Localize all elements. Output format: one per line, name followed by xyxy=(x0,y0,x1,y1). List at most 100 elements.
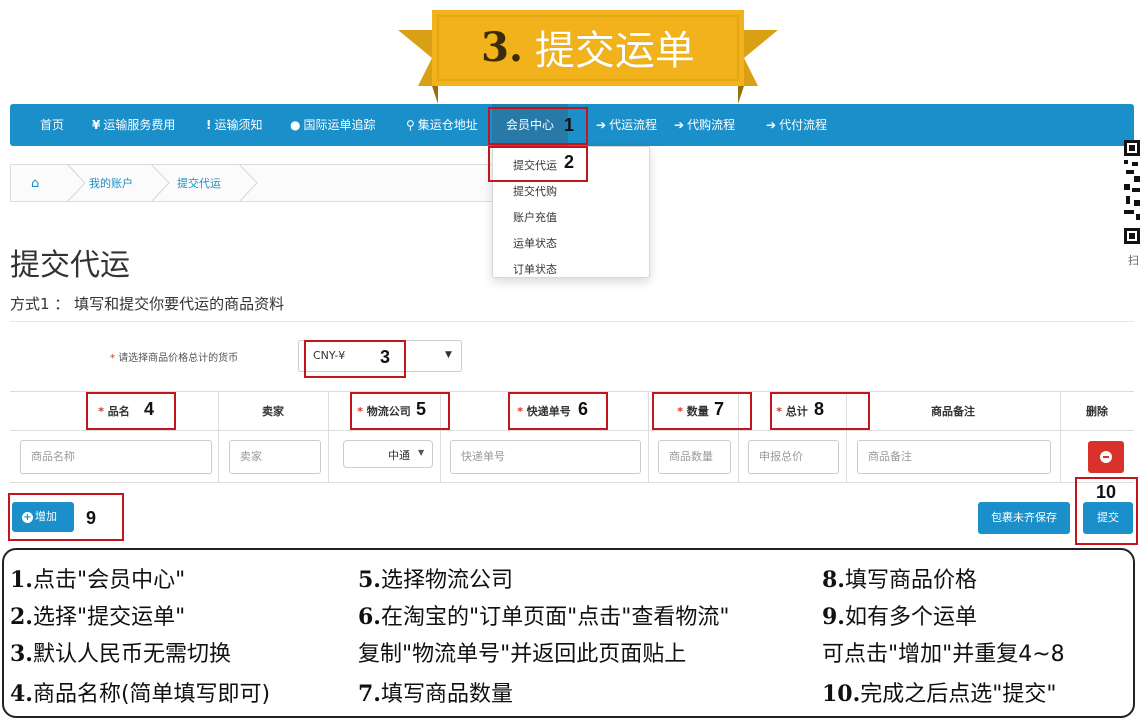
marker-number-2: 2 xyxy=(564,152,575,172)
nav-payment-flow[interactable]: ➔ 代付流程 xyxy=(766,104,827,146)
breadcrumb-separator xyxy=(150,164,170,202)
delete-row-button[interactable] xyxy=(1088,441,1124,473)
instruction-number: 6. xyxy=(358,604,381,630)
instruction-text: 如有多个运单 xyxy=(844,605,977,630)
th-note: 商品备注 xyxy=(931,405,975,418)
circle-arrow-icon: ➔ xyxy=(596,118,607,132)
instruction-text: 填写商品数量 xyxy=(380,682,513,707)
th-seller: 卖家 xyxy=(262,405,284,418)
banner-title: 3. 提交运单 xyxy=(432,12,744,82)
breadcrumb-separator xyxy=(238,164,258,202)
instruction-text: 选择"提交运单" xyxy=(32,605,186,630)
nav-purchase-flow-label: 代购流程 xyxy=(687,118,736,132)
breadcrumb-submit-shipping[interactable]: 提交代运 xyxy=(177,165,221,203)
nav-home-label: 首页 xyxy=(40,118,65,132)
dropdown-item-submit-purchase[interactable]: 提交代购 xyxy=(513,183,557,199)
currency-label: * 请选择商品价格总计的货币 xyxy=(110,349,238,364)
seller-input[interactable]: 卖家 xyxy=(229,440,321,474)
circle-arrow-icon: ➔ xyxy=(766,118,777,132)
nav-tracking[interactable]: ● 国际运单追踪 xyxy=(290,104,376,146)
nav-purchase-flow[interactable]: ➔ 代购流程 xyxy=(674,104,735,146)
circle-arrow-icon: ➔ xyxy=(674,118,685,132)
instruction-4: 4.商品名称(简单填写即可) xyxy=(10,676,270,708)
instruction-10: 10.完成之后点选"提交" xyxy=(822,676,1057,708)
marker-box-9 xyxy=(8,493,124,541)
breadcrumb-my-account[interactable]: 我的账户 xyxy=(89,165,133,203)
product-name-input[interactable]: 商品名称 xyxy=(20,440,212,474)
nav-warehouse[interactable]: ⚲ 集运仓地址 xyxy=(406,104,478,146)
page-subtitle: 方式1 ： 填写和提交你要代运的商品资料 xyxy=(10,295,285,313)
breadcrumb-separator xyxy=(66,164,86,202)
exclamation-icon: ! xyxy=(206,118,212,132)
instruction-number: 8. xyxy=(822,567,845,593)
dropdown-item-order-status[interactable]: 订单状态 xyxy=(513,261,557,277)
nav-shipping-notice-label: 运输须知 xyxy=(214,118,263,132)
instruction-number: 5. xyxy=(358,567,381,593)
instruction-5: 5.选择物流公司 xyxy=(358,562,513,594)
nav-shipping-notice[interactable]: ! 运输须知 xyxy=(206,104,263,146)
nav-shipping-flow-label: 代运流程 xyxy=(609,118,658,132)
marker-number-1: 1 xyxy=(564,115,575,135)
map-marker-icon: ⚲ xyxy=(406,118,415,132)
instruction-text: 完成之后点选"提交" xyxy=(860,682,1057,707)
instruction-text: 选择物流公司 xyxy=(380,568,513,593)
courier-value: 中通 xyxy=(388,449,410,462)
marker-box-5 xyxy=(350,392,450,430)
marker-number-7: 7 xyxy=(714,399,725,419)
minus-circle-icon xyxy=(1100,451,1112,463)
nav-payment-flow-label: 代付流程 xyxy=(779,118,828,132)
instruction-number: 3. xyxy=(10,641,33,667)
marker-number-5: 5 xyxy=(416,399,427,419)
dropdown-item-waybill-status[interactable]: 运单状态 xyxy=(513,235,557,251)
note-input[interactable]: 商品备注 xyxy=(857,440,1051,474)
marker-box-7 xyxy=(652,392,752,430)
courier-select[interactable]: 中通 ▼ xyxy=(343,440,433,468)
instruction-9: 9.如有多个运单 xyxy=(822,599,977,631)
instruction-1: 1.点击"会员中心" xyxy=(10,562,185,594)
instruction-number: 7. xyxy=(358,681,381,707)
marker-number-3: 3 xyxy=(380,347,391,367)
instruction-text: 商品名称(简单填写即可) xyxy=(32,682,271,707)
banner-text: 提交运单 xyxy=(534,28,695,74)
instruction-2: 2.选择"提交运单" xyxy=(10,599,185,631)
nav-shipping-fees[interactable]: ¥ 运输服务费用 xyxy=(92,104,175,146)
instruction-number: 1. xyxy=(10,567,33,593)
nav-shipping-flow[interactable]: ➔ 代运流程 xyxy=(596,104,657,146)
instructions-box: 1.点击"会员中心" 2.选择"提交运单" 3.默认人民币无需切换 4.商品名称… xyxy=(2,548,1135,718)
home-icon[interactable]: ⌂ xyxy=(31,165,39,203)
marker-number-6: 6 xyxy=(578,399,589,419)
instruction-number: 9. xyxy=(822,604,845,630)
instruction-6: 6.在淘宝的"订单页面"点击"查看物流" xyxy=(358,599,729,631)
marker-number-4: 4 xyxy=(144,399,155,419)
qr-label: 扫 xyxy=(1128,254,1139,267)
instruction-8: 8.填写商品价格 xyxy=(822,562,977,594)
instruction-number: 4. xyxy=(10,681,33,707)
instruction-number: 2. xyxy=(10,604,33,630)
marker-box-6 xyxy=(508,392,608,430)
required-asterisk: * xyxy=(110,353,119,364)
instruction-text: 默认人民币无需切换 xyxy=(32,642,231,667)
instruction-7: 7.填写商品数量 xyxy=(358,676,513,708)
divider xyxy=(10,321,1134,322)
marker-number-10: 10 xyxy=(1096,482,1117,502)
nav-home[interactable]: 首页 xyxy=(40,104,64,146)
nav-tracking-label: 国际运单追踪 xyxy=(303,118,376,132)
currency-label-text: 请选择商品价格总计的货币 xyxy=(118,353,239,364)
dropdown-item-recharge[interactable]: 账户充值 xyxy=(513,209,557,225)
marker-number-8: 8 xyxy=(814,399,825,419)
instruction-text: 填写商品价格 xyxy=(844,568,977,593)
marker-box-4 xyxy=(86,392,176,430)
marker-number-9: 9 xyxy=(86,508,97,528)
page-title: 提交代运 xyxy=(10,248,130,283)
caret-down-icon: ▼ xyxy=(418,448,425,457)
instruction-6-cont: 复制"物流单号"并返回此页面贴上 xyxy=(358,636,686,668)
total-input[interactable]: 申报总价 xyxy=(748,440,839,474)
instruction-text: 复制"物流单号"并返回此页面贴上 xyxy=(358,642,687,667)
instruction-9-cont: 可点击"增加"并重复4~8 xyxy=(822,636,1065,668)
save-incomplete-button[interactable]: 包裹未齐保存 xyxy=(978,502,1070,534)
tracking-number-input[interactable]: 快递单号 xyxy=(450,440,641,474)
banner-ribbon: 3. 提交运单 xyxy=(398,8,778,108)
nav-warehouse-label: 集运仓地址 xyxy=(417,118,478,132)
instruction-text: 在淘宝的"订单页面"点击"查看物流" xyxy=(380,605,730,630)
quantity-input[interactable]: 商品数量 xyxy=(658,440,731,474)
